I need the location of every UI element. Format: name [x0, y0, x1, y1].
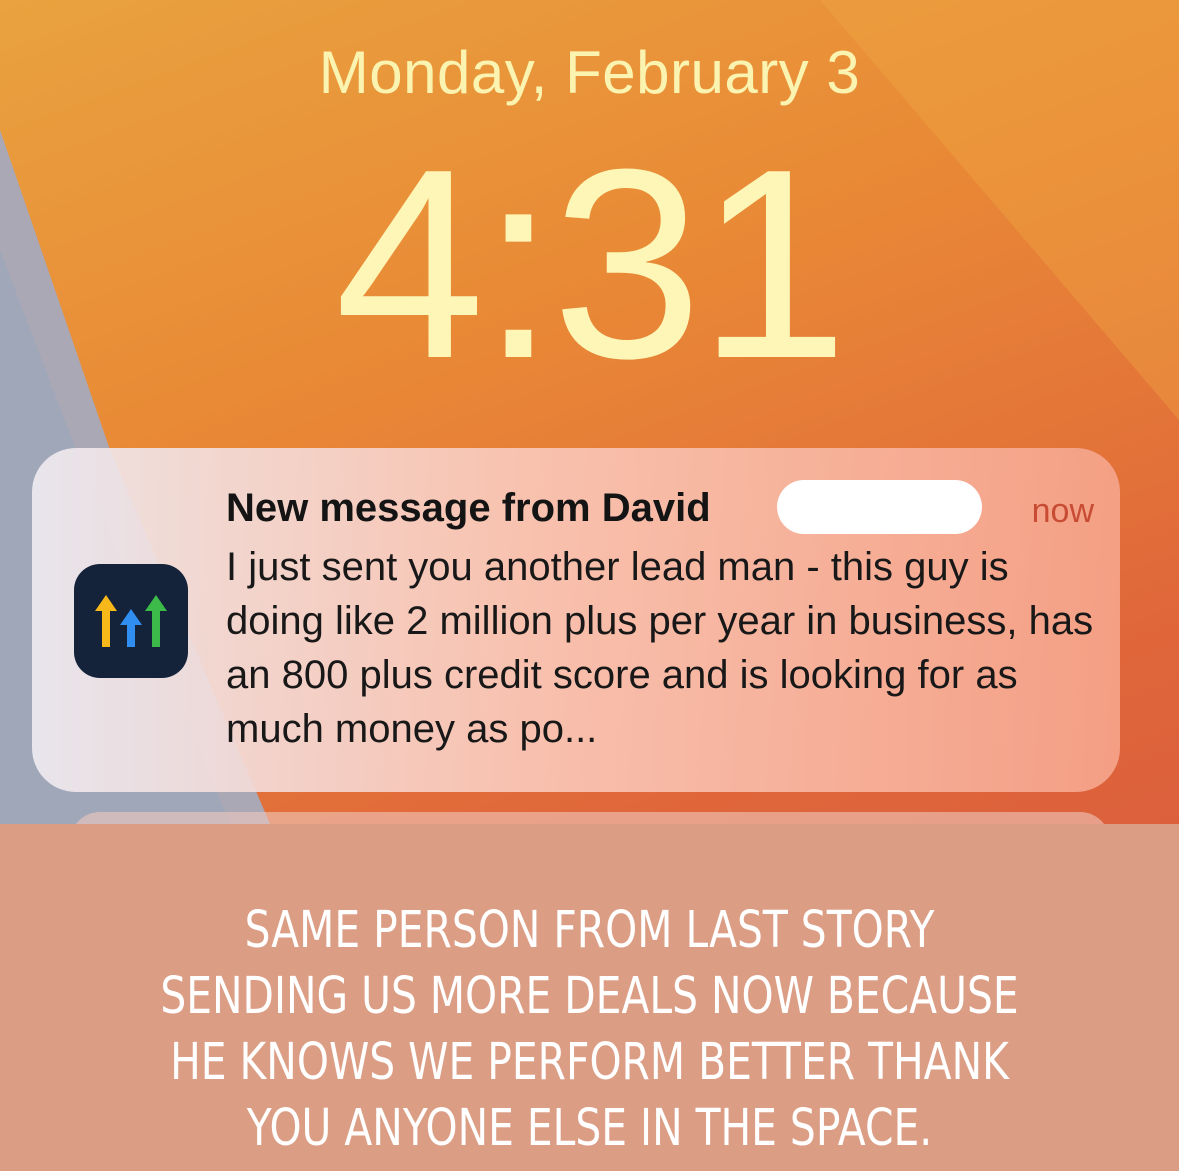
notification-timestamp: now — [1031, 492, 1094, 530]
story-caption-panel: SAME PERSON FROM LAST STORY SENDING US M… — [0, 824, 1179, 1171]
message-notification[interactable]: New message from David now I just sent y… — [32, 448, 1120, 792]
gohighlevel-arrows-icon — [74, 564, 188, 678]
lock-screen-clock: 4:31 — [334, 114, 849, 415]
story-caption-text: SAME PERSON FROM LAST STORY SENDING US M… — [160, 901, 1019, 1158]
redacted-name-mask — [777, 480, 982, 534]
lock-screen-date: Monday, February 3 — [318, 39, 861, 106]
notification-body: I just sent you another lead man - this … — [226, 545, 1094, 751]
notification-title: New message from David — [226, 486, 711, 530]
